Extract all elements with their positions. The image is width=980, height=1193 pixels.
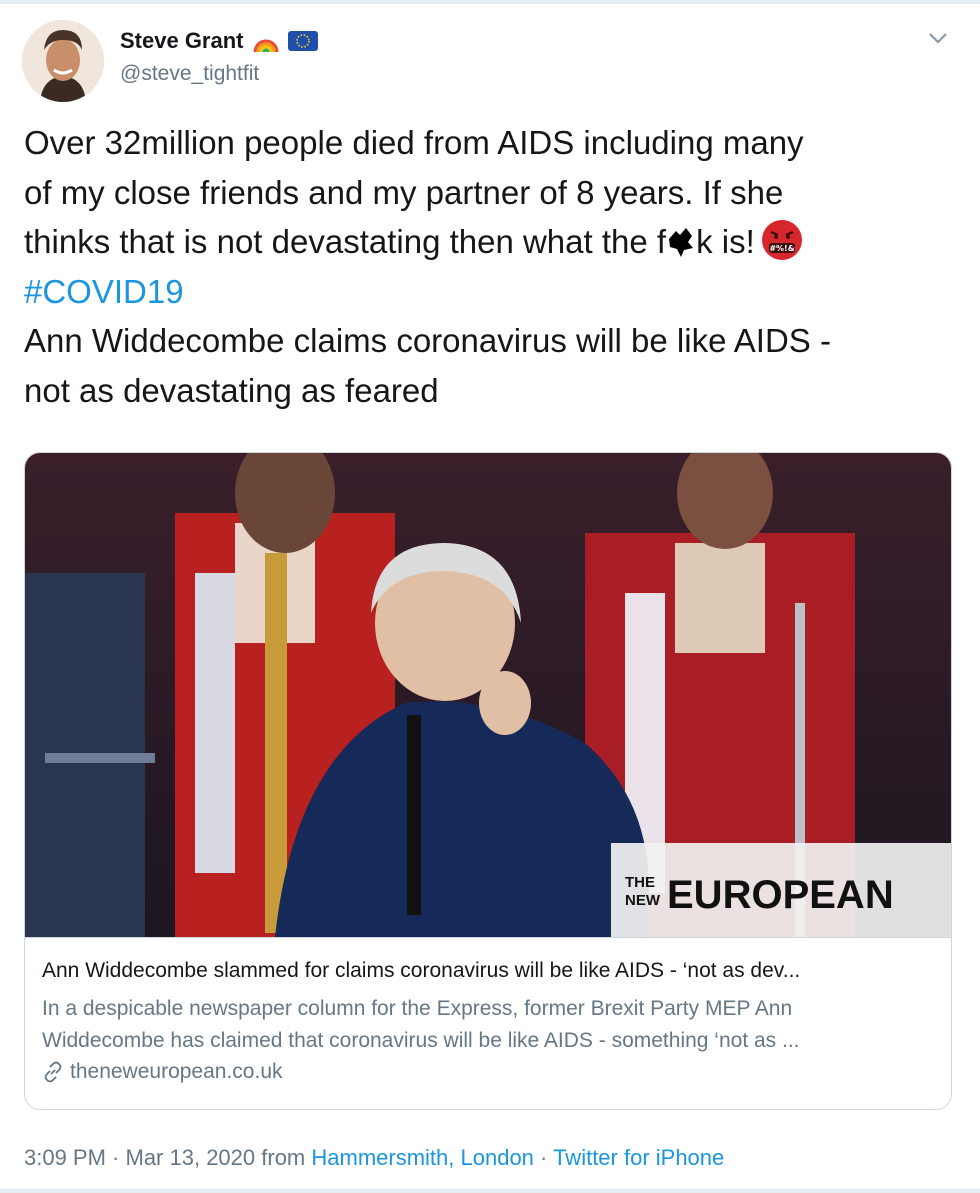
source-link[interactable]: Twitter for iPhone	[553, 1145, 724, 1170]
location-link[interactable]: Hammersmith, London	[311, 1145, 534, 1170]
card-domain[interactable]: theneweuropean.co.uk	[42, 1060, 283, 1084]
tweet-meta: 3:09 PM · Mar 13, 2020 from Hammersmith,…	[24, 1145, 724, 1171]
card-description-line: Widdecombe has claimed that coronavirus …	[42, 1029, 800, 1052]
avatar-image	[22, 20, 104, 102]
eu-flag-icon	[287, 30, 318, 52]
card-domain-text: theneweuropean.co.uk	[70, 1060, 283, 1083]
rainbow-icon	[252, 30, 280, 53]
link-card[interactable]: THE NEW EUROPEAN Ann Widdecombe slammed …	[24, 452, 952, 1110]
avatar[interactable]	[22, 20, 104, 102]
tweet-line: not as devastating as feared	[24, 371, 439, 409]
tweet-line: thinks that is not devastating then what…	[24, 217, 964, 267]
watermark-small: NEW	[625, 892, 661, 909]
hashtag-link[interactable]: #COVID19	[24, 267, 964, 317]
name-row: Steve Grant	[120, 28, 318, 54]
censor-blot	[666, 223, 696, 257]
meta-from: from	[255, 1145, 312, 1170]
tweet-time[interactable]: 3:09 PM	[24, 1145, 106, 1170]
card-description-line: In a despicable newspaper column for the…	[42, 997, 793, 1020]
face-with-symbols-on-mouth-icon: #%!&	[761, 219, 803, 261]
card-title[interactable]: Ann Widdecombe slammed for claims corona…	[42, 959, 942, 983]
tweet-line-part: thinks that is not devastating then what…	[24, 223, 667, 260]
card-description: In a despicable newspaper column for the…	[42, 993, 932, 1057]
watermark-small: THE	[625, 874, 655, 891]
meta-separator: ·	[105, 1145, 126, 1170]
card-image[interactable]: THE NEW EUROPEAN	[25, 453, 951, 937]
card-divider	[25, 937, 951, 938]
tweet-line: Ann Widdecombe claims coronavirus will b…	[24, 322, 831, 359]
meta-separator: ·	[533, 1145, 554, 1170]
watermark-big: EUROPEAN	[667, 873, 894, 917]
chevron-down-icon[interactable]	[926, 28, 950, 48]
tweet-date[interactable]: Mar 13, 2020	[126, 1145, 256, 1170]
svg-text:#%!&: #%!&	[769, 244, 794, 253]
tweet-line: of my close friends and my partner of 8 …	[24, 173, 784, 211]
user-handle[interactable]: @steve_tightfit	[120, 62, 259, 86]
tweet-text: Over 32million people died from AIDS inc…	[24, 118, 964, 415]
top-border	[0, 0, 980, 4]
link-icon	[42, 1061, 64, 1083]
tweet-line: Over 32million people died from AIDS inc…	[24, 124, 804, 161]
bottom-border	[0, 1189, 980, 1193]
display-name[interactable]: Steve Grant	[120, 28, 244, 54]
tweet-line-part: k is!	[696, 223, 755, 260]
